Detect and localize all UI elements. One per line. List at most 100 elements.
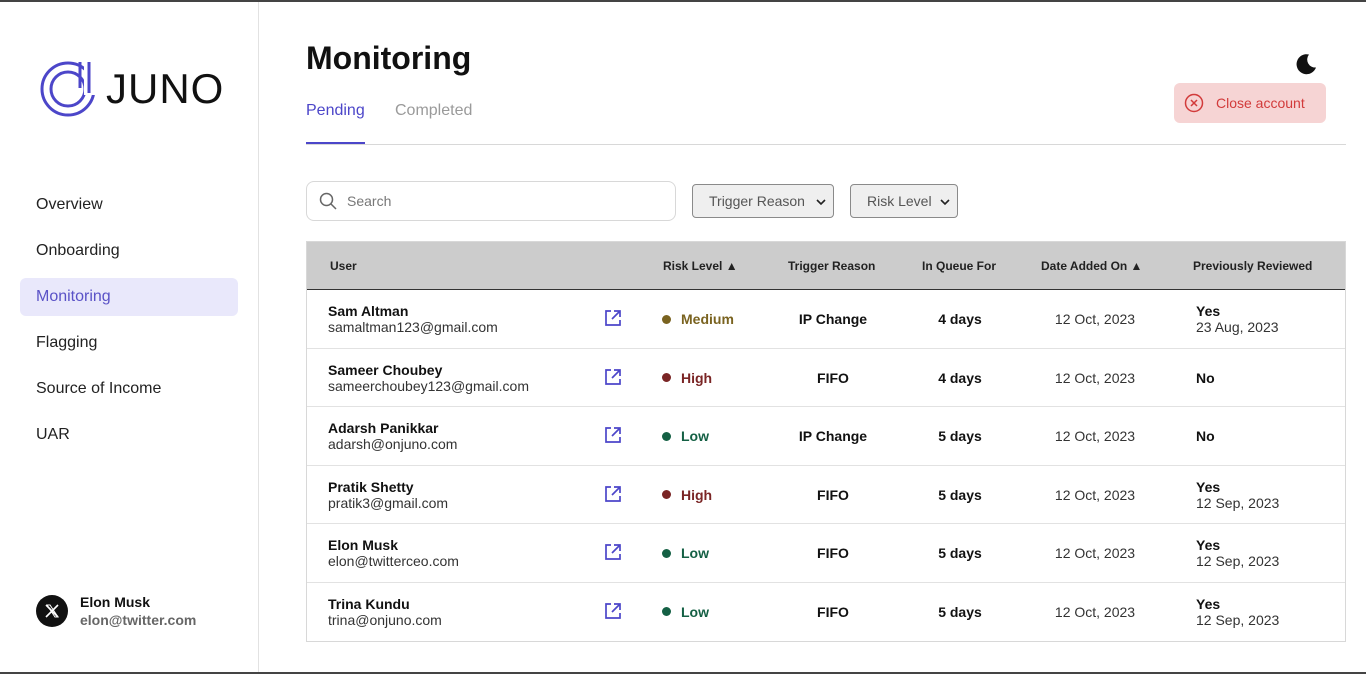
risk-cell: Low: [662, 407, 772, 465]
external-link-icon[interactable]: [603, 425, 623, 445]
tab-pending[interactable]: Pending: [306, 102, 365, 144]
sidebar-item-monitoring[interactable]: Monitoring: [20, 278, 238, 316]
reviewed-status: No: [1196, 369, 1215, 386]
sidebar-item-uar[interactable]: UAR: [20, 416, 238, 454]
external-link-icon[interactable]: [603, 308, 623, 328]
user-name: Elon Musk: [328, 537, 399, 553]
column-header-risk-level[interactable]: Risk Level ▲: [663, 242, 738, 290]
external-link-icon[interactable]: [603, 542, 623, 562]
search-input[interactable]: [347, 193, 647, 209]
profile-email: elon@twitter.com: [80, 612, 197, 628]
profile-name: Elon Musk: [80, 594, 151, 610]
previously-reviewed-cell: Yes 12 Sep, 2023: [1196, 583, 1336, 641]
risk-cell: Low: [662, 524, 772, 582]
table-row[interactable]: Sameer Choubey sameerchoubey123@gmail.com…: [307, 349, 1345, 407]
user-name: Pratik Shetty: [328, 478, 414, 495]
table-row[interactable]: Trina Kundu trina@onjuno.com Low FIFO 5 days…: [307, 583, 1345, 642]
queue-cell: 5 days: [938, 545, 982, 561]
user-name: Sameer Choubey: [328, 361, 443, 378]
queue-cell: 5 days: [938, 486, 982, 503]
risk-dot: [662, 373, 671, 382]
sidebar-item-onboarding[interactable]: Onboarding: [20, 232, 238, 270]
external-link-icon[interactable]: [603, 601, 623, 621]
previously-reviewed-cell: Yes 12 Sep, 2023: [1196, 524, 1336, 582]
table-row[interactable]: Pratik Shetty pratik3@gmail.com High FIFO 5 …: [307, 466, 1345, 524]
trigger-reason-cell: FIFO: [817, 486, 849, 503]
reviewed-status: No: [1196, 428, 1215, 444]
date-added-cell: 12 Oct, 2023: [1054, 603, 1136, 620]
risk-level: Low: [681, 603, 709, 620]
user-cell: Adarsh Panikkar adarsh@onjuno.com: [328, 407, 598, 465]
risk-level-select[interactable]: Risk Level: [850, 184, 958, 218]
date-added-cell: 12 Oct, 2023: [1054, 311, 1136, 327]
user-cell: Sameer Choubey sameerchoubey123@gmail.com: [328, 349, 598, 407]
column-header-date-added-on[interactable]: Date Added On ▲: [1041, 242, 1142, 290]
risk-level: Low: [681, 545, 709, 561]
trigger-reason-cell: FIFO: [817, 369, 849, 386]
page-title: Monitoring: [306, 40, 472, 76]
tab-completed[interactable]: Completed: [395, 102, 472, 144]
risk-level: High: [681, 369, 713, 386]
date-added-cell: 12 Oct, 2023: [1054, 486, 1136, 503]
user-email: adarsh@onjuno.com: [328, 436, 458, 452]
trigger-reason-select[interactable]: Trigger Reason: [692, 184, 834, 218]
table-body: Sam Altman samaltman123@gmail.com Medium IP…: [307, 290, 1345, 641]
sidebar-item-overview[interactable]: Overview: [20, 186, 238, 224]
previously-reviewed-cell: No: [1196, 349, 1336, 407]
user-email: sameerchoubey123@gmail.com: [328, 377, 529, 394]
avatar: [36, 595, 68, 627]
trigger-reason-cell: FIFO: [817, 545, 849, 561]
sidebar: JUNO Overview Onboarding Monitoring Flag…: [0, 2, 259, 672]
table-row[interactable]: Adarsh Panikkar adarsh@onjuno.com Low IP Ch…: [307, 407, 1345, 466]
date-added-cell: 12 Oct, 2023: [1054, 545, 1136, 561]
user-cell: Pratik Shetty pratik3@gmail.com: [328, 466, 598, 524]
user-name: Trina Kundu: [328, 595, 410, 612]
brand-logo[interactable]: JUNO: [40, 59, 224, 119]
queue-cell: 4 days: [938, 369, 982, 386]
sidebar-item-source-of-income[interactable]: Source of Income: [20, 370, 238, 408]
previously-reviewed-cell: Yes 12 Sep, 2023: [1196, 466, 1336, 524]
column-header-user[interactable]: User: [330, 242, 357, 290]
queue-cell: 5 days: [938, 603, 982, 620]
user-cell: Elon Musk elon@twitterceo.com: [328, 524, 598, 582]
user-profile[interactable]: Elon Musk elon@twitter.com: [36, 594, 196, 628]
close-account-button[interactable]: Close account: [1174, 83, 1326, 123]
table-row[interactable]: Elon Musk elon@twitterceo.com Low FIFO 5 day…: [307, 524, 1345, 583]
user-name: Adarsh Panikkar: [328, 420, 439, 436]
column-header-in-queue-for[interactable]: In Queue For: [922, 242, 996, 290]
previously-reviewed-cell: No: [1196, 407, 1336, 465]
column-header-trigger-reason[interactable]: Trigger Reason: [788, 242, 875, 290]
reviewed-date: 12 Sep, 2023: [1196, 553, 1280, 569]
juno-logo-icon: [40, 61, 96, 117]
risk-dot: [662, 314, 671, 324]
reviewed-date: 12 Sep, 2023: [1196, 611, 1280, 628]
risk-level: Medium: [681, 311, 734, 327]
table-row[interactable]: Sam Altman samaltman123@gmail.com Medium IP…: [307, 290, 1345, 349]
risk-cell: High: [662, 349, 772, 407]
previously-reviewed-cell: Yes 23 Aug, 2023: [1196, 290, 1336, 348]
external-link-icon[interactable]: [603, 367, 623, 387]
user-email: trina@onjuno.com: [328, 611, 442, 628]
chevron-down-icon: [816, 199, 826, 206]
close-account-label: Close account: [1216, 95, 1305, 111]
reviewed-date: 12 Sep, 2023: [1196, 494, 1280, 511]
search-box: [306, 181, 676, 221]
risk-dot: [662, 607, 671, 616]
risk-level: Low: [681, 428, 709, 444]
user-email: pratik3@gmail.com: [328, 494, 449, 511]
reviewed-status: Yes: [1196, 478, 1221, 495]
x-logo-icon: [45, 604, 59, 618]
column-header-previously-reviewed[interactable]: Previously Reviewed: [1193, 242, 1312, 290]
sidebar-nav: Overview Onboarding Monitoring Flagging …: [20, 186, 238, 462]
reviewed-status: Yes: [1196, 595, 1221, 612]
reviewed-status: Yes: [1196, 537, 1221, 553]
moon-icon[interactable]: [1294, 52, 1318, 76]
risk-level-label: Risk Level: [867, 193, 932, 209]
sidebar-item-flagging[interactable]: Flagging: [20, 324, 238, 362]
queue-cell: 4 days: [938, 311, 982, 327]
user-email: samaltman123@gmail.com: [328, 319, 498, 335]
date-added-cell: 12 Oct, 2023: [1054, 428, 1136, 444]
external-link-icon[interactable]: [603, 484, 623, 504]
trigger-reason-cell: IP Change: [798, 311, 868, 327]
user-email: elon@twitterceo.com: [328, 553, 459, 569]
